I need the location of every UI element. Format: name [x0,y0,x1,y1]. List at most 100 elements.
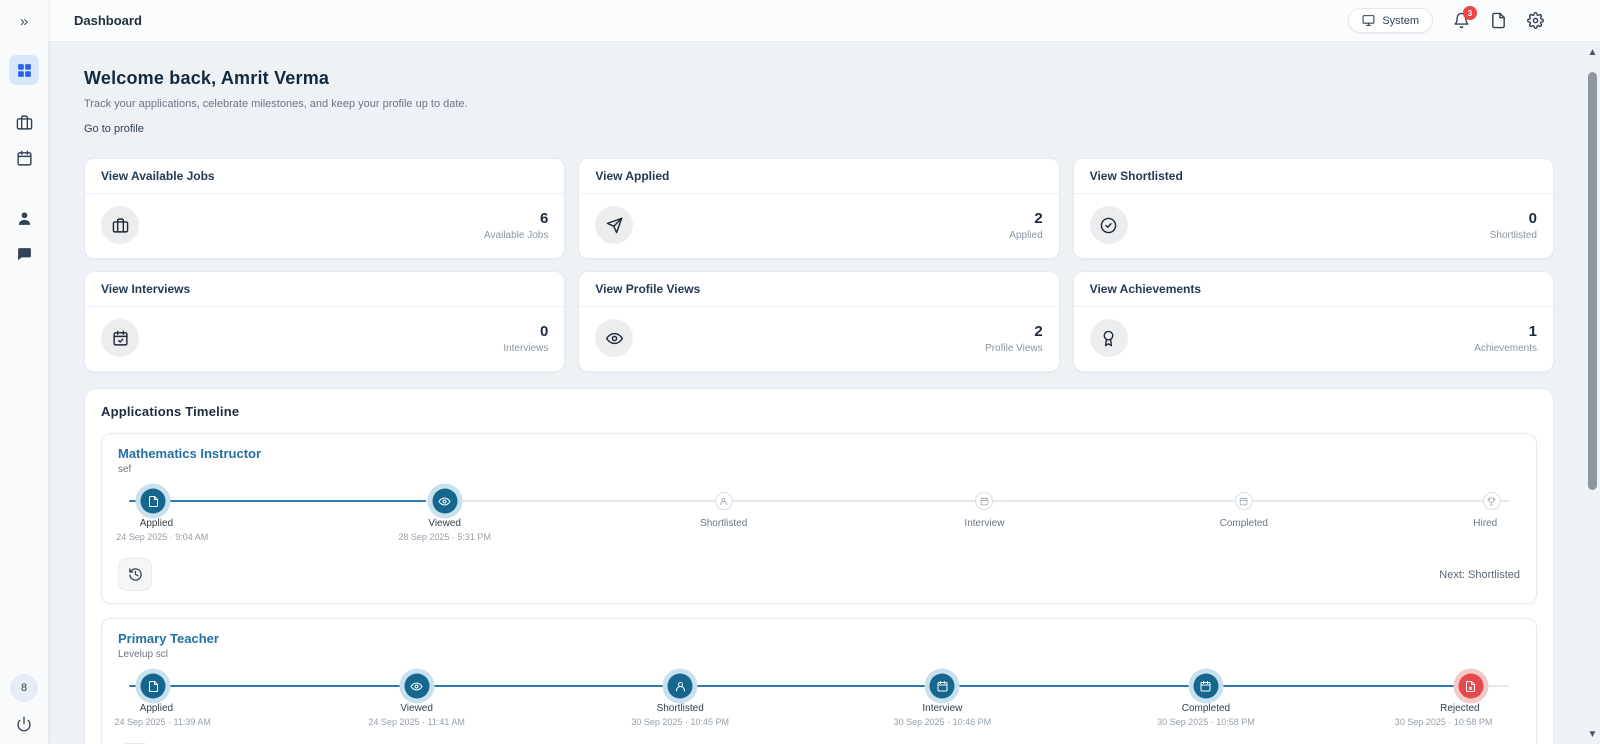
sidebar-expand-button[interactable]: » [14,10,34,33]
sidebar-item-jobs[interactable] [9,107,39,137]
gear-icon [1527,12,1544,29]
stat-value: 6 [539,209,549,227]
person-icon[interactable] [714,492,733,510]
history-clock-icon [128,567,143,582]
stat-card-title: View Achievements [1073,272,1553,307]
calendar-icon [16,150,33,167]
eye-icon [595,319,634,357]
theme-toggle-label: System [1382,14,1419,27]
briefcase-icon [101,206,139,244]
notification-badge: 3 [1463,6,1477,20]
scroll-up-arrow[interactable]: ▲ [1588,44,1598,62]
stat-label: Interviews [503,342,549,354]
stat-card-available-jobs[interactable]: View Available Jobs 6 Available Jobs [84,158,566,259]
notifications-button[interactable]: 3 [1453,6,1477,29]
eye-icon[interactable] [432,488,458,514]
stat-card-title: View Applied [579,159,1059,194]
calendar-icon[interactable] [975,492,994,510]
step-label: Completed [1219,518,1268,529]
step-date: 30 Sep 2025 · 10:46 PM [893,717,992,727]
timeline-progress [129,500,427,502]
step-date: 30 Sep 2025 · 10:58 PM [1157,717,1255,727]
stats-grid: View Available Jobs 6 Available Jobs Vie… [84,158,1554,372]
vertical-scrollbar: ▲ ▼ [1585,44,1600,744]
page-title: Dashboard [74,13,142,28]
trophy-icon[interactable] [1482,492,1501,510]
stat-label: Shortlisted [1489,229,1537,241]
step-date: 24 Sep 2025 · 11:39 AM [114,717,211,727]
avatar[interactable]: 8 [10,674,38,702]
step-label: Applied [139,518,174,529]
app-window: » 8 Dashboard System 3 Welcome back, Amr… [0,0,1600,744]
dashboard-grid-icon [16,62,33,79]
step-label: Rejected [1440,703,1480,714]
stat-label: Profile Views [985,342,1043,354]
welcome-heading: Welcome back, Amrit Verma [84,68,330,88]
person-icon[interactable] [667,673,693,699]
step-label: Viewed [428,518,461,529]
stat-label: Applied [1009,229,1043,241]
stat-card-shortlisted[interactable]: View Shortlisted 0 Shortlisted [1072,158,1554,259]
stat-card-profile-views[interactable]: View Profile Views 2 Profile Views [578,271,1060,372]
job-company: Levelup scl [118,649,169,660]
stat-card-achievements[interactable]: View Achievements 1 Achievements [1072,271,1554,372]
step-date: 30 Sep 2025 · 10:45 PM [631,717,729,727]
application-card-mathematics-instructor: Mathematics Instructor sef Applied 24 Se… [101,433,1537,604]
history-button[interactable] [118,558,152,591]
file-icon[interactable] [140,673,166,699]
applications-timeline-section: Applications Timeline Mathematics Instru… [84,388,1554,744]
eye-icon[interactable] [404,673,430,699]
scrollbar-thumb[interactable] [1588,72,1597,490]
sidebar-item-calendar[interactable] [9,143,39,173]
job-title-link[interactable]: Primary Teacher [118,631,1520,646]
main-area: Dashboard System 3 Welcome back, Amrit V… [48,0,1600,744]
settings-button[interactable] [1527,12,1544,29]
step-label: Interview [964,518,1005,529]
stat-card-applied[interactable]: View Applied 2 Applied [578,158,1060,259]
logout-button[interactable] [16,716,32,732]
stat-card-title: View Profile Views [579,272,1059,307]
next-step-note: Next: Shortlisted [1439,568,1520,581]
step-date: 30 Sep 2025 · 10:58 PM [1394,717,1493,727]
calendar-icon[interactable] [1193,673,1219,699]
step-label: Shortlisted [700,518,748,529]
calendar-check-icon [101,319,139,357]
stat-card-title: View Shortlisted [1073,159,1553,194]
step-label: Completed [1181,703,1231,714]
sidebar: » 8 [0,0,48,744]
scrollbar-track[interactable] [1585,62,1600,726]
scroll-down-arrow[interactable]: ▼ [1588,726,1598,744]
theme-toggle-button[interactable]: System [1348,8,1433,33]
sidebar-item-messages[interactable] [9,239,39,269]
timeline-track: Applied 24 Sep 2025 · 9:04 AM Viewed 28 … [116,482,1520,548]
file-icon[interactable] [140,488,166,514]
file-x-icon[interactable] [1458,673,1484,699]
stat-value: 2 [1034,209,1043,227]
monitor-icon [1362,14,1375,27]
stat-card-interviews[interactable]: View Interviews 0 Interviews [84,271,566,372]
application-card-primary-teacher: Primary Teacher Levelup scl Applied 24 S… [101,618,1537,744]
stat-card-title: View Available Jobs [85,159,565,194]
stat-label: Achievements [1474,342,1537,354]
job-title-link[interactable]: Mathematics Instructor [118,446,1520,461]
job-company: sef [118,464,132,475]
sidebar-item-profile[interactable] [9,203,39,233]
power-icon [16,716,32,732]
step-date: 24 Sep 2025 · 11:41 AM [368,717,465,727]
stat-card-title: View Interviews [85,272,565,307]
briefcase-icon [16,114,33,131]
sidebar-item-dashboard[interactable] [9,55,39,85]
stat-value: 1 [1528,322,1537,340]
send-icon [595,206,634,244]
documents-button[interactable] [1490,12,1507,29]
stat-value: 2 [1034,322,1043,340]
step-label: Hired [1473,518,1498,529]
timeline-track: Applied 24 Sep 2025 · 11:39 AM Viewed 24… [114,667,1520,733]
go-to-profile-link[interactable]: Go to profile [84,123,144,135]
chat-icon [16,246,33,263]
topbar: Dashboard System 3 [48,0,1600,42]
calendar-icon[interactable] [929,673,955,699]
person-icon [16,210,33,227]
dashboard-content: Welcome back, Amrit Verma Track your app… [48,42,1600,744]
calendar-icon[interactable] [1234,492,1253,510]
